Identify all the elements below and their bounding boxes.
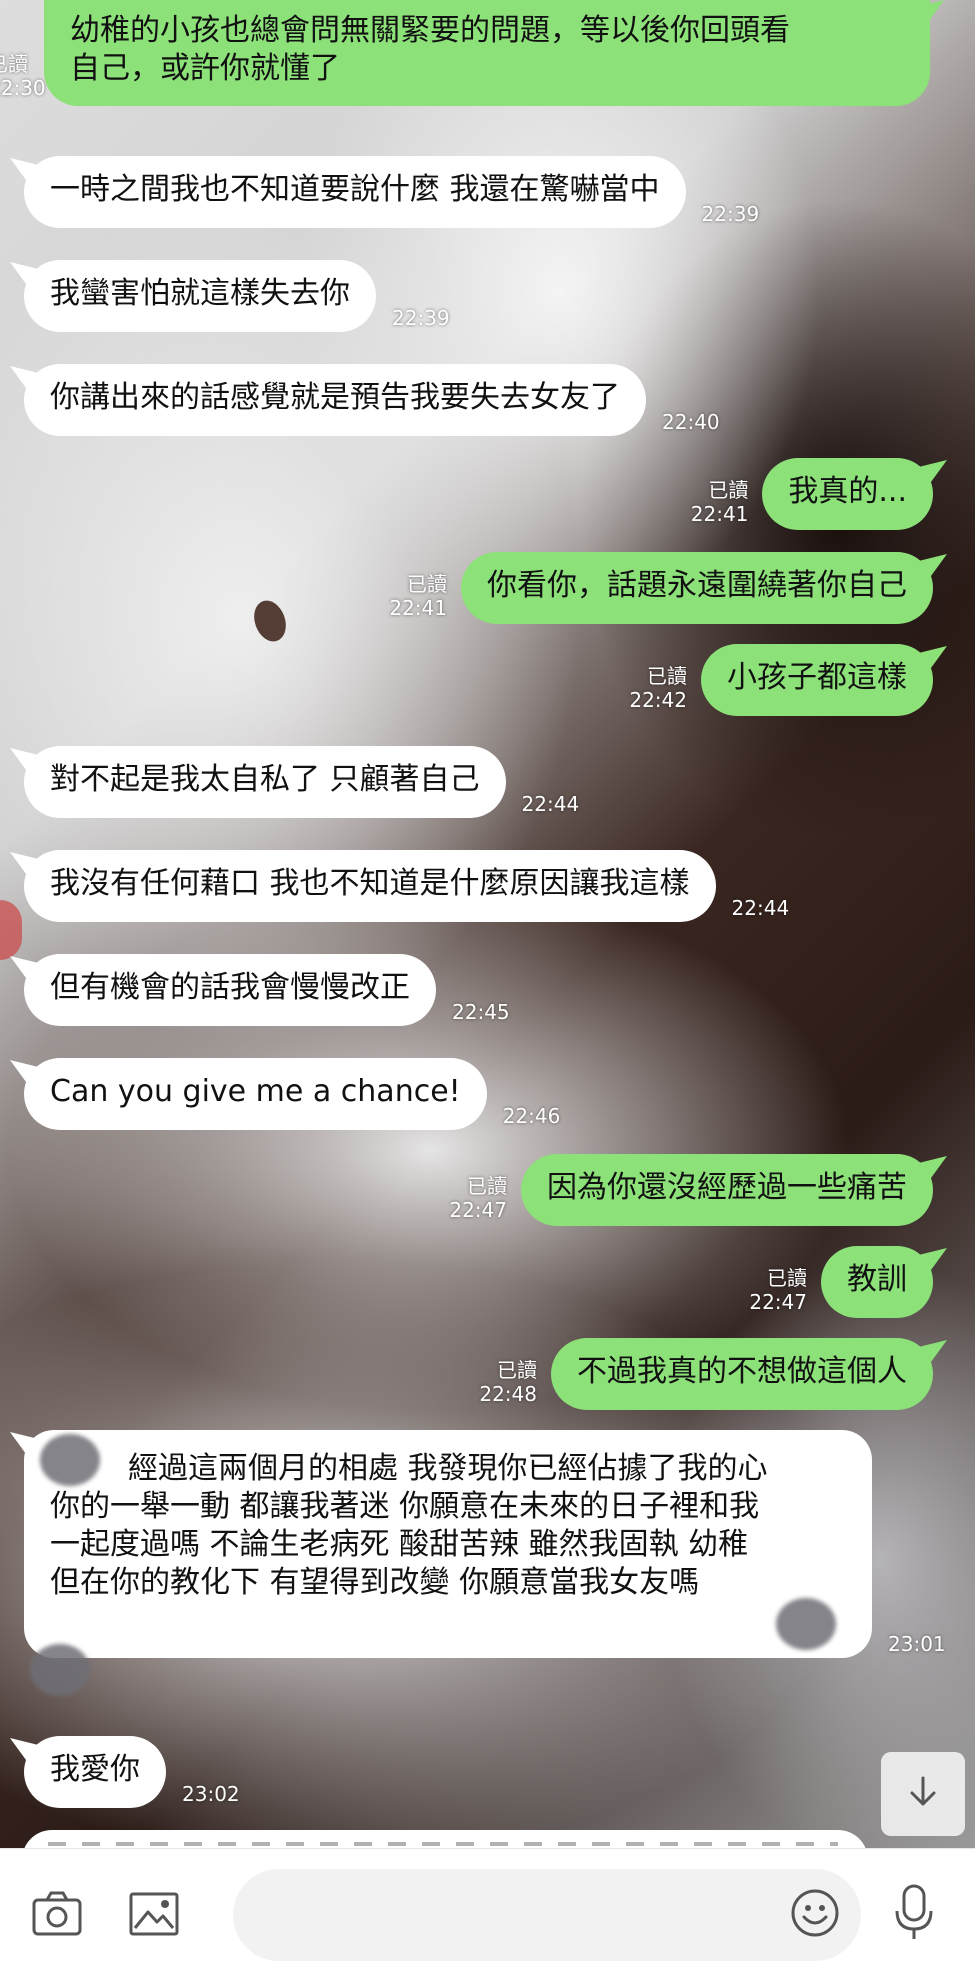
message-text: 我真的... (788, 474, 907, 509)
message-meta: 已讀 22:30 (0, 52, 46, 100)
message-text: Can you give me a chance! (50, 1074, 461, 1109)
message-text: 小孩子都這樣 (727, 660, 907, 695)
message-incoming[interactable]: 我沒有任何藉口 我也不知道是什麼原因讓我這樣 22:44 (24, 850, 789, 922)
message-text: 我愛你 (50, 1752, 140, 1787)
message-bubble[interactable]: 小孩子都這樣 (701, 644, 933, 716)
message-time: 22:39 (392, 306, 450, 330)
message-incoming[interactable]: 但有機會的話我會慢慢改正 22:45 (24, 954, 510, 1026)
message-bubble[interactable]: 但有機會的話我會慢慢改正 (24, 954, 436, 1026)
message-text: 我蠻害怕就這樣失去你 (50, 276, 350, 311)
message-time: 22:45 (452, 1000, 510, 1024)
camera-button[interactable] (30, 1889, 84, 1943)
message-bubble[interactable]: 因為你還沒經歷過一些痛苦 (521, 1154, 933, 1226)
message-incoming[interactable]: Can you give me a chance! 22:46 (24, 1058, 560, 1130)
camera-icon (31, 1890, 83, 1942)
message-incoming[interactable]: 我蠻害怕就這樣失去你 22:39 (24, 260, 450, 332)
message-text: 你講出來的話感覺就是預告我要失去女友了 (50, 380, 620, 415)
message-time: 22:41 (690, 502, 749, 526)
background-decoration (0, 900, 22, 960)
message-outgoing[interactable]: 已讀 22:30 幼稚的小孩也總會問無關緊要的問題，等以後你回頭看 自己，或許你… (0, 0, 930, 106)
message-text: 因為你還沒經歷過一些痛苦 (547, 1170, 907, 1205)
message-incoming[interactable]: 經過這兩個月的相處 我發現你已經佔據了我的心 你的一舉一動 都讓我著迷 你願意在… (24, 1430, 946, 1696)
message-time: 22:42 (629, 688, 687, 712)
message-incoming[interactable]: 你講出來的話感覺就是預告我要失去女友了 22:40 (24, 364, 720, 436)
message-meta: 已讀 22:47 (749, 1266, 807, 1314)
message-incoming[interactable]: 對不起是我太自私了 只顧著自己 22:44 (24, 746, 579, 818)
message-input[interactable] (233, 1869, 861, 1961)
message-outgoing[interactable]: 已讀 22:47 教訓 (749, 1246, 933, 1318)
read-receipt: 已讀 (407, 572, 447, 596)
message-time: 22:41 (389, 596, 447, 620)
message-meta: 已讀 22:47 (449, 1174, 507, 1222)
message-time: 22:47 (749, 1290, 807, 1314)
message-meta: 已讀 22:42 (629, 664, 687, 712)
read-receipt: 已讀 (647, 664, 687, 688)
message-meta: 已讀 22:48 (479, 1358, 537, 1406)
message-time: 22:30 (0, 76, 46, 100)
message-outgoing[interactable]: 已讀 22:48 不過我真的不想做這個人 (479, 1338, 933, 1410)
message-time: 22:39 (701, 202, 760, 226)
arrow-down-icon (903, 1772, 943, 1816)
gallery-button[interactable] (126, 1889, 182, 1943)
blurred-emoji (776, 1598, 836, 1650)
message-time: 23:02 (182, 1782, 240, 1806)
read-receipt: 已讀 (767, 1266, 807, 1290)
read-receipt: 已讀 (467, 1174, 507, 1198)
message-text: 我沒有任何藉口 我也不知道是什麼原因讓我這樣 (50, 866, 690, 901)
blurred-emoji (30, 1644, 90, 1696)
voice-input-button[interactable] (888, 1883, 940, 1947)
message-time: 22:47 (449, 1198, 507, 1222)
message-text: 對不起是我太自私了 只顧著自己 (50, 762, 480, 797)
read-receipt: 已讀 (0, 52, 28, 76)
message-text: 但在你的教化下 有望得到改變 你願意當我女友嗎 (50, 1565, 700, 1600)
message-bubble[interactable]: 我沒有任何藉口 我也不知道是什麼原因讓我這樣 (24, 850, 716, 922)
emoji-button[interactable] (787, 1887, 843, 1943)
message-time: 22:48 (479, 1382, 537, 1406)
message-bubble[interactable]: 幼稚的小孩也總會問無關緊要的問題，等以後你回頭看 自己，或許你就懂了 (44, 0, 930, 106)
message-text: 一起度過嗎 不論生老病死 酸甜苦辣 雖然我固執 幼稚 (50, 1527, 749, 1562)
blurred-emoji (40, 1434, 100, 1486)
message-time: 22:44 (731, 896, 790, 920)
message-time: 22:44 (521, 792, 580, 816)
emoji-icon (789, 1887, 841, 1943)
background-decoration (248, 596, 292, 646)
message-text: 你的一舉一動 都讓我著迷 你願意在未來的日子裡和我 (50, 1489, 760, 1524)
message-bubble[interactable]: 對不起是我太自私了 只顧著自己 (24, 746, 506, 818)
message-bubble[interactable]: 你講出來的話感覺就是預告我要失去女友了 (24, 364, 646, 436)
scroll-to-bottom-button[interactable] (881, 1752, 965, 1836)
message-time: 23:01 (888, 1632, 946, 1656)
message-incoming[interactable]: 一時之間我也不知道要說什麼 我還在驚嚇當中 22:39 (24, 156, 759, 228)
message-text: 不過我真的不想做這個人 (577, 1354, 907, 1389)
message-bubble[interactable]: 我蠻害怕就這樣失去你 (24, 260, 376, 332)
message-text: 但有機會的話我會慢慢改正 (50, 970, 410, 1005)
message-text: 教訓 (847, 1262, 907, 1297)
message-text: 你看你，話題永遠圍繞著你自己 (487, 568, 907, 603)
image-icon (128, 1890, 180, 1942)
message-outgoing[interactable]: 已讀 22:42 小孩子都這樣 (629, 644, 933, 716)
message-bubble[interactable]: 我真的... (762, 458, 933, 530)
read-receipt: 已讀 (708, 478, 749, 502)
message-bubble[interactable]: 一時之間我也不知道要說什麼 我還在驚嚇當中 (24, 156, 686, 228)
message-bubble[interactable]: Can you give me a chance! (24, 1058, 487, 1130)
message-text: 幼稚的小孩也總會問無關緊要的問題，等以後你回頭看 (70, 13, 790, 48)
message-input-bar (0, 1848, 975, 1974)
message-meta: 已讀 22:41 (691, 478, 749, 526)
message-time: 22:40 (662, 410, 720, 434)
message-bubble[interactable]: 教訓 (821, 1246, 933, 1318)
message-bubble[interactable]: 經過這兩個月的相處 我發現你已經佔據了我的心 你的一舉一動 都讓我著迷 你願意在… (24, 1430, 872, 1696)
message-text: 一時之間我也不知道要說什麼 我還在驚嚇當中 (50, 172, 660, 207)
message-bubble[interactable]: 我愛你 (24, 1736, 166, 1808)
message-incoming[interactable]: 我愛你 23:02 (24, 1736, 240, 1808)
message-bubble[interactable]: 你看你，話題永遠圍繞著你自己 (461, 552, 933, 624)
message-outgoing[interactable]: 已讀 22:41 你看你，話題永遠圍繞著你自己 (389, 552, 933, 624)
message-bubble[interactable]: 不過我真的不想做這個人 (551, 1338, 933, 1410)
message-text: 自己，或許你就懂了 (70, 51, 340, 86)
microphone-icon (892, 1883, 936, 1947)
message-outgoing[interactable]: 已讀 22:41 我真的... (691, 458, 933, 530)
read-receipt: 已讀 (497, 1358, 537, 1382)
message-meta: 已讀 22:41 (389, 572, 447, 620)
message-time: 22:46 (502, 1104, 561, 1128)
message-text: 經過這兩個月的相處 我發現你已經佔據了我的心 (128, 1451, 768, 1486)
message-outgoing[interactable]: 已讀 22:47 因為你還沒經歷過一些痛苦 (449, 1154, 933, 1226)
